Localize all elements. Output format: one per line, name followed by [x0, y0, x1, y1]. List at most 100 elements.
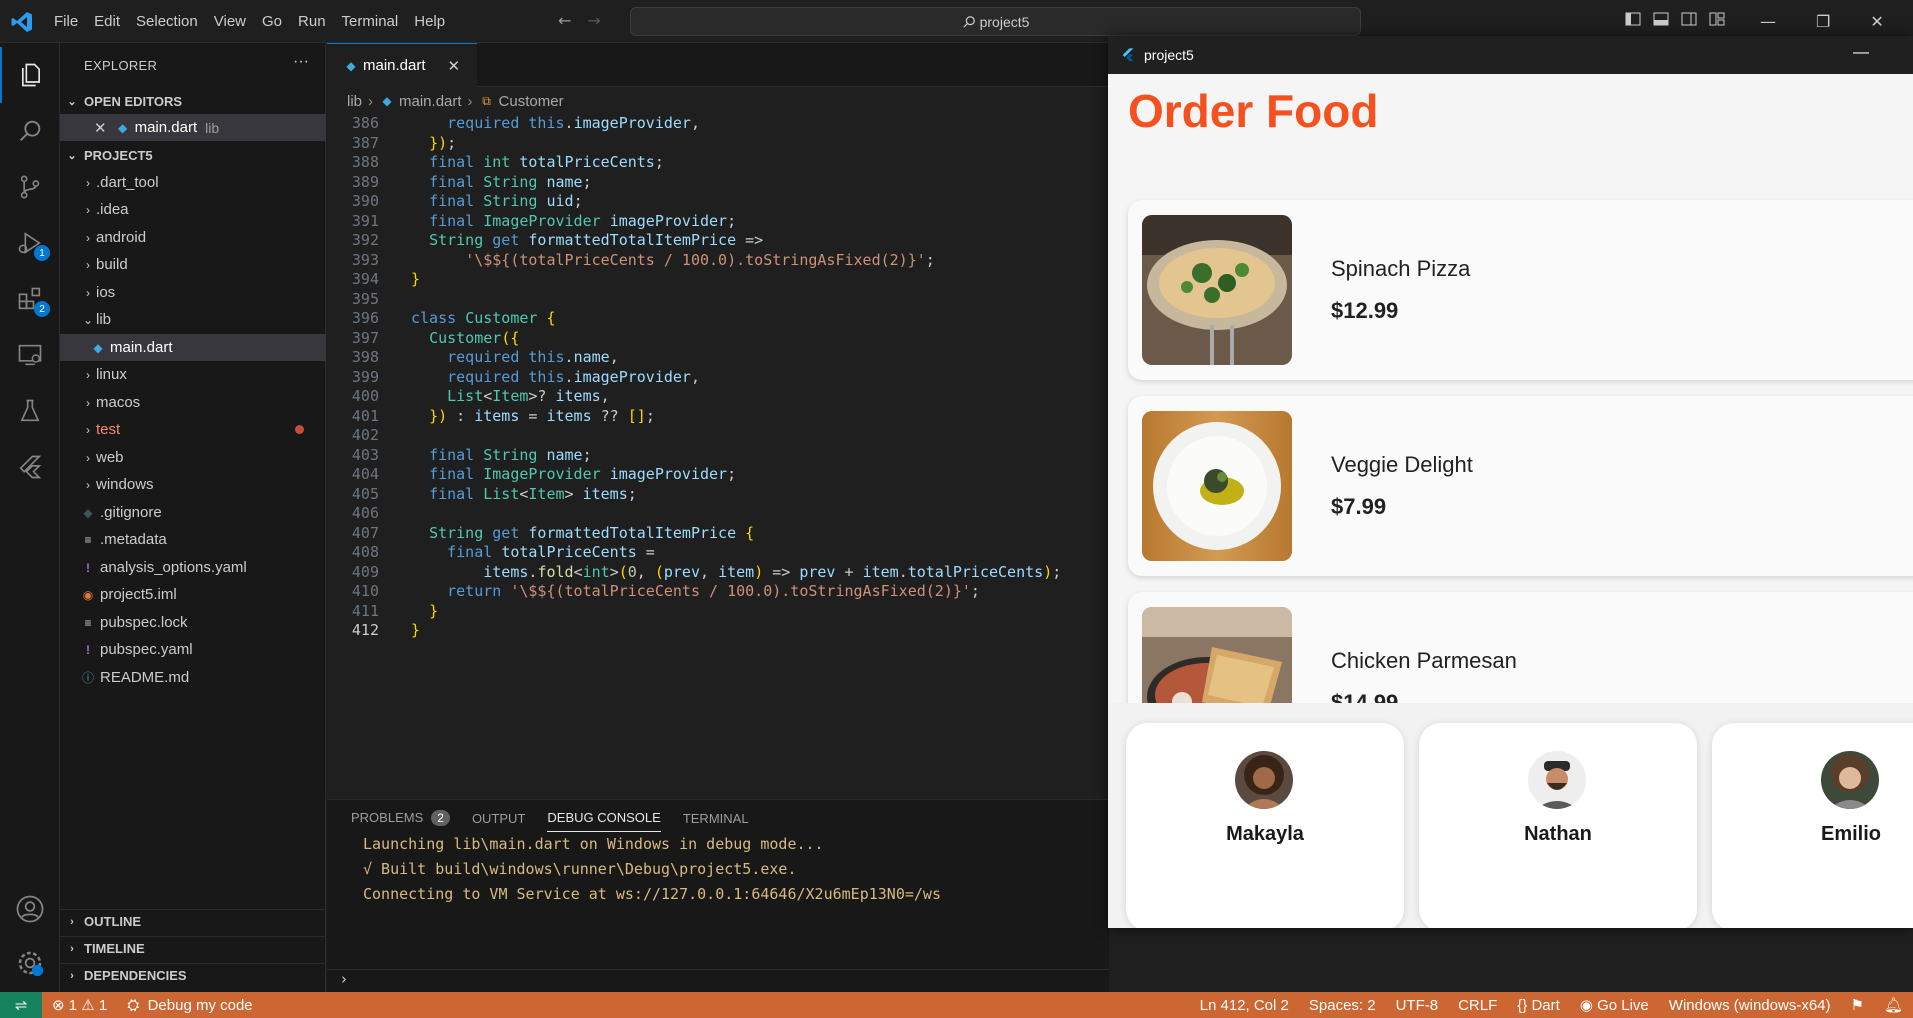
menu-item-card[interactable]: Veggie Delight $7.99 [1128, 396, 1913, 576]
more-actions-icon[interactable]: ··· [293, 53, 309, 71]
code-text: }) : items = items ?? []; [429, 406, 655, 425]
customer-card[interactable]: Makayla [1126, 723, 1404, 928]
minimize-icon[interactable]: — [1760, 12, 1776, 31]
search-activity[interactable] [0, 103, 60, 159]
menu-terminal[interactable]: Terminal [334, 13, 407, 30]
tab-debug-console[interactable]: DEBUG CONSOLE [547, 810, 661, 832]
explorer-activity[interactable] [0, 47, 60, 103]
tab-problems[interactable]: PROBLEMS 2 [351, 810, 450, 832]
rss-file-icon: ◉ [82, 587, 94, 602]
testing-activity[interactable] [0, 383, 60, 439]
back-arrow-icon[interactable]: ← [558, 11, 571, 30]
tree-item-pubspec-lock[interactable]: ≡ pubspec.lock [60, 609, 326, 636]
menu-item-card[interactable]: Spinach Pizza $12.99 [1128, 200, 1913, 380]
tab-output[interactable]: OUTPUT [472, 811, 525, 832]
chevron-down-icon: ⌄ [67, 95, 77, 108]
open-editors-section[interactable]: ⌄ OPEN EDITORS [60, 89, 326, 113]
accounts-activity[interactable] [0, 881, 60, 937]
dependencies-section[interactable]: › DEPENDENCIES [60, 963, 326, 987]
tab-terminal[interactable]: TERMINAL [683, 811, 749, 832]
run-debug-activity[interactable]: 1 [0, 215, 60, 271]
device-selector[interactable]: Windows (windows-x64) [1659, 997, 1841, 1014]
code-editor[interactable]: 386 required this.imageProvider, 387 }); 3… [327, 114, 1109, 799]
tree-item-idea[interactable]: › .idea [60, 196, 326, 223]
tree-item-metadata[interactable]: ≡ .metadata [60, 526, 326, 553]
source-control-activity[interactable] [0, 159, 60, 215]
tree-item-ios[interactable]: › ios [60, 279, 326, 306]
tab-main-dart[interactable]: ◆ main.dart ✕ [327, 43, 477, 87]
tree-item-readme[interactable]: ⓘ README.md [60, 664, 326, 691]
close-icon[interactable]: ✕ [94, 119, 107, 137]
console-line: √ Built build\windows\runner\Debug\proje… [363, 860, 797, 878]
breadcrumb-lib[interactable]: lib [347, 93, 362, 110]
feedback-icon[interactable]: ⚑ [1841, 996, 1874, 1014]
customer-card[interactable]: Nathan [1419, 723, 1697, 928]
notifications-icon[interactable]: 🔔︎ [1874, 996, 1913, 1014]
flutter-activity[interactable] [0, 439, 60, 495]
chevron-down-icon: ⌄ [67, 149, 77, 162]
remote-indicator[interactable]: ⇌ [0, 992, 42, 1018]
menu-item-card[interactable]: Chicken Parmesan $14.99 [1128, 592, 1913, 703]
menu-list[interactable]: Spinach Pizza $12.99 Veggie Delight $7.9… [1108, 184, 1913, 703]
code-text: final String uid; [429, 192, 583, 210]
tree-item-windows[interactable]: › windows [60, 471, 326, 498]
breadcrumb-file[interactable]: main.dart [399, 93, 462, 110]
line-number: 392 [351, 231, 379, 249]
problems-status[interactable]: ⊗ 1 ⚠ 1 [42, 996, 117, 1014]
toggle-secondary-sidebar-icon[interactable] [1681, 11, 1697, 27]
tree-item-test[interactable]: › test [60, 416, 326, 443]
breadcrumb-class[interactable]: Customer [499, 93, 564, 110]
timeline-section[interactable]: › TIMELINE [60, 936, 326, 960]
go-live-button[interactable]: ◉ Go Live [1570, 996, 1659, 1014]
indentation[interactable]: Spaces: 2 [1299, 997, 1386, 1014]
menu-run[interactable]: Run [290, 13, 334, 30]
tree-item-build[interactable]: › build [60, 251, 326, 278]
menu-file[interactable]: File [46, 13, 86, 30]
manage-activity[interactable] [0, 935, 60, 991]
customer-card[interactable]: Emilio [1712, 723, 1913, 928]
tree-item-lib[interactable]: ⌄ lib [60, 306, 326, 333]
debug-console-input[interactable]: › [327, 969, 1109, 992]
tree-item-dart-tool[interactable]: › .dart_tool [60, 169, 326, 196]
customer-list[interactable]: Makayla Nathan Emilio [1108, 703, 1913, 928]
end-of-line[interactable]: CRLF [1448, 997, 1507, 1014]
cursor-position[interactable]: Ln 412, Col 2 [1190, 997, 1299, 1014]
toggle-panel-icon[interactable] [1653, 11, 1669, 27]
app-minimize-icon[interactable]: — [1853, 44, 1869, 62]
menu-edit[interactable]: Edit [86, 13, 128, 30]
tree-item-gitignore[interactable]: ◆ .gitignore [60, 499, 326, 526]
forward-arrow-icon[interactable]: → [587, 11, 600, 30]
customize-layout-icon[interactable] [1709, 11, 1725, 27]
tree-item-pubspec-yaml[interactable]: ! pubspec.yaml [60, 636, 326, 663]
line-number: 389 [351, 172, 379, 191]
encoding[interactable]: UTF-8 [1386, 997, 1449, 1014]
tree-item-android[interactable]: › android [60, 224, 326, 251]
menu-view[interactable]: View [206, 13, 254, 30]
tree-item-macos[interactable]: › macos [60, 389, 326, 416]
outline-section[interactable]: › OUTLINE [60, 909, 326, 933]
tree-item-web[interactable]: › web [60, 444, 326, 471]
menu-help[interactable]: Help [406, 13, 453, 30]
menu-selection[interactable]: Selection [128, 13, 206, 30]
menu-item-name: Chicken Parmesan [1331, 648, 1517, 673]
language-mode[interactable]: {} Dart [1507, 997, 1570, 1014]
close-tab-icon[interactable]: ✕ [448, 57, 461, 75]
code-line[interactable]: 412} [327, 621, 1109, 645]
tree-item-main-dart[interactable]: ◆ main.dart [60, 334, 326, 361]
code-text: final int totalPriceCents; [429, 153, 664, 171]
menu-go[interactable]: Go [254, 13, 290, 30]
remote-explorer-activity[interactable] [0, 327, 60, 383]
toggle-primary-sidebar-icon[interactable] [1625, 11, 1641, 27]
command-center-search[interactable]: project5 [630, 7, 1361, 36]
project-section[interactable]: ⌄ PROJECT5 [60, 143, 326, 167]
restore-icon[interactable]: ❐ [1816, 12, 1830, 31]
broadcast-icon: ◉ [1579, 997, 1593, 1014]
tree-item-project5-iml[interactable]: ◉ project5.iml [60, 581, 326, 608]
debug-status[interactable]: ⛭ Debug my code [117, 997, 262, 1014]
close-icon[interactable]: ✕ [1870, 12, 1883, 31]
extensions-activity[interactable]: 2 [0, 271, 60, 327]
tree-item-analysis-options[interactable]: ! analysis_options.yaml [60, 554, 326, 581]
chevron-right-icon: › [86, 422, 90, 437]
open-editor-main-dart[interactable]: ✕ ◆ main.dart lib [60, 114, 326, 141]
tree-item-linux[interactable]: › linux [60, 361, 326, 388]
